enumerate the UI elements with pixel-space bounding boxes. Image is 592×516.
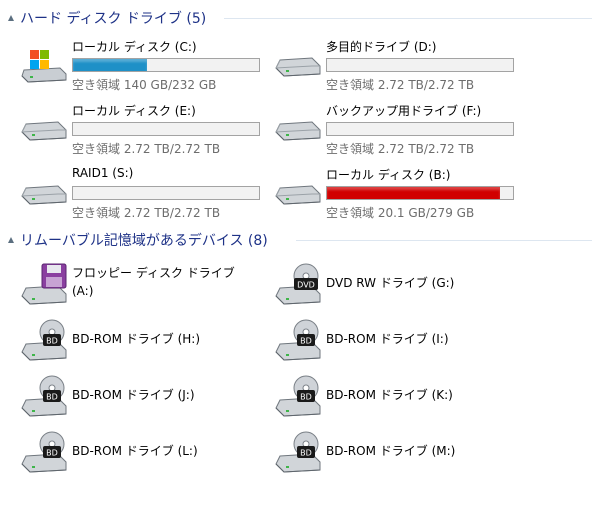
drive-f[interactable]: バックアップ用ドライブ (F:) 空き領域 2.72 TB/2.72 TB [274,102,524,158]
svg-text:BD: BD [46,337,58,346]
drive-b[interactable]: ローカル ディスク (B:) 空き領域 20.1 GB/279 GB [274,166,524,222]
device-name: BD-ROM ドライブ (K:) [326,388,453,402]
usage-bar [72,122,260,136]
device-h[interactable]: BD BD-ROM ドライブ (H:) [20,318,270,364]
drive-d[interactable]: 多目的ドライブ (D:) 空き領域 2.72 TB/2.72 TB [274,38,524,94]
group-title: ハード ディスク ドライブ (5) [20,11,207,27]
usage-bar [326,58,514,72]
device-name: BD-ROM ドライブ (I:) [326,332,449,346]
hard-drive-icon [21,121,67,141]
hard-drive-icon [275,185,321,205]
device-i[interactable]: BD BD-ROM ドライブ (I:) [274,318,524,364]
device-name: BD-ROM ドライブ (M:) [326,444,456,458]
bd-drive-icon: BD [275,375,321,417]
removable-group-header[interactable]: リムーバブル記憶域があるデバイス (8) [8,230,592,250]
svg-text:BD: BD [300,337,312,346]
usage-bar-fill [327,187,500,199]
device-name: DVD RW ドライブ (G:) [326,276,455,290]
floppy-drive-icon [21,263,67,305]
device-name: BD-ROM ドライブ (L:) [72,444,198,458]
svg-text:BD: BD [46,449,58,458]
hard-disk-group-header[interactable]: ハード ディスク ドライブ (5) [8,8,592,28]
drive-name: 多目的ドライブ (D:) [326,40,437,54]
drive-name: ローカル ディスク (C:) [72,40,197,54]
hard-drive-icon [21,185,67,205]
device-name: フロッピー ディスク ドライブ (A:) [72,266,235,298]
device-name: BD-ROM ドライブ (H:) [72,332,200,346]
usage-bar-fill [73,59,148,71]
usage-bar [326,186,514,200]
svg-text:BD: BD [46,393,58,402]
bd-drive-icon: BD [21,431,67,473]
windows-drive-icon [21,50,67,83]
usage-bar [72,58,260,72]
bd-drive-icon: BD [21,375,67,417]
device-l[interactable]: BD BD-ROM ドライブ (L:) [20,430,270,476]
group-title: リムーバブル記憶域があるデバイス (8) [20,233,268,249]
hard-drive-icon [275,57,321,77]
drive-name: ローカル ディスク (B:) [326,168,451,182]
device-a[interactable]: フロッピー ディスク ドライブ (A:) [20,262,270,308]
collapse-triangle-icon[interactable] [8,237,14,243]
free-space-text: 空き領域 2.72 TB/2.72 TB [72,206,221,220]
drive-s[interactable]: RAID1 (S:) 空き領域 2.72 TB/2.72 TB [20,166,270,222]
drive-name: RAID1 (S:) [72,166,134,180]
drive-e[interactable]: ローカル ディスク (E:) 空き領域 2.72 TB/2.72 TB [20,102,270,158]
device-name: BD-ROM ドライブ (J:) [72,388,195,402]
svg-text:BD: BD [300,449,312,458]
free-space-text: 空き領域 2.72 TB/2.72 TB [326,142,475,156]
device-k[interactable]: BD BD-ROM ドライブ (K:) [274,374,524,420]
drive-name: バックアップ用ドライブ (F:) [326,104,482,118]
usage-bar [72,186,260,200]
device-m[interactable]: BD BD-ROM ドライブ (M:) [274,430,524,476]
drive-name: ローカル ディスク (E:) [72,104,196,118]
drive-c[interactable]: ローカル ディスク (C:) 空き領域 140 GB/232 GB [20,38,270,94]
usage-bar [326,122,514,136]
dvd-drive-icon: DVD [275,263,321,305]
svg-text:DVD: DVD [297,281,315,290]
free-space-text: 空き領域 20.1 GB/279 GB [326,206,475,220]
free-space-text: 空き領域 140 GB/232 GB [72,78,217,92]
svg-text:BD: BD [300,393,312,402]
group-divider [224,18,592,19]
device-g[interactable]: DVD DVD RW ドライブ (G:) [274,262,524,308]
collapse-triangle-icon[interactable] [8,15,14,21]
free-space-text: 空き領域 2.72 TB/2.72 TB [72,142,221,156]
bd-drive-icon: BD [275,431,321,473]
hard-drive-icon [275,121,321,141]
bd-drive-icon: BD [21,319,67,361]
device-j[interactable]: BD BD-ROM ドライブ (J:) [20,374,270,420]
free-space-text: 空き領域 2.72 TB/2.72 TB [326,78,475,92]
bd-drive-icon: BD [275,319,321,361]
group-divider [296,240,592,241]
